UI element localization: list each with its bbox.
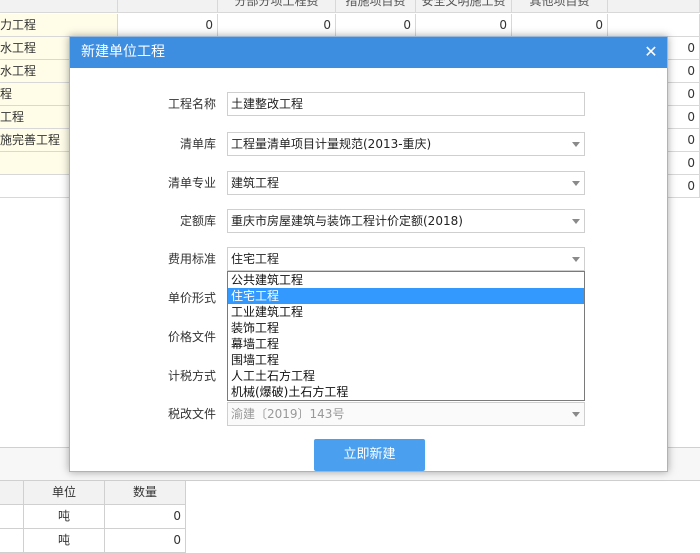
fee-standard-dropdown: 公共建筑工程 住宅工程 工业建筑工程 装饰工程 幕墙工程 围墙工程 人工土石方工… — [227, 271, 585, 401]
tax-file-select[interactable]: 渝建〔2019〕143号 — [227, 402, 585, 426]
chevron-down-icon — [572, 142, 580, 147]
chevron-down-icon — [572, 412, 580, 417]
fee-standard-value: 住宅工程 — [231, 252, 280, 266]
tax-file-label: 税改文件 — [167, 407, 216, 421]
dropdown-option-selected[interactable]: 住宅工程 — [228, 288, 584, 304]
row-name: 力工程 — [0, 14, 118, 37]
fee-standard-label: 费用标准 — [167, 252, 216, 266]
header-col: 措施项目费 — [336, 0, 416, 13]
unit-cell[interactable]: 吨 — [24, 505, 105, 529]
chevron-down-icon — [572, 257, 580, 262]
close-icon[interactable]: ✕ — [642, 43, 660, 61]
header-col: 分部分项工程费 — [218, 0, 336, 13]
qty-cell[interactable]: 0 — [105, 505, 186, 529]
dropdown-option[interactable]: 围墙工程 — [228, 352, 584, 368]
chevron-down-icon — [572, 219, 580, 224]
bill-library-value: 工程量清单项目计量规范(2013-重庆) — [231, 137, 432, 151]
bill-library-select[interactable]: 工程量清单项目计量规范(2013-重庆) — [227, 132, 585, 156]
dropdown-option[interactable]: 公共建筑工程 — [228, 272, 584, 288]
dropdown-option[interactable]: 幕墙工程 — [228, 336, 584, 352]
create-now-button[interactable]: 立即新建 — [314, 439, 425, 471]
table-row[interactable]: 力工程 0 0 0 0 0 — [0, 14, 700, 37]
project-name-input[interactable]: 土建整改工程 — [227, 92, 585, 116]
header-row: 分部分项工程费 措施项目费 安全文明施工费 其他项目费 — [0, 0, 700, 13]
quota-library-value: 重庆市房屋建筑与装饰工程计价定额(2018) — [231, 214, 463, 228]
bill-specialty-label: 清单专业 — [167, 176, 216, 190]
chevron-down-icon — [572, 181, 580, 186]
dialog-title: 新建单位工程 — [70, 37, 667, 68]
bill-library-label: 清单库 — [179, 137, 216, 151]
price-file-label: 价格文件 — [167, 330, 216, 344]
fee-standard-select[interactable]: 住宅工程 — [227, 247, 585, 271]
header-col: 安全文明施工费 — [416, 0, 512, 13]
tax-file-value: 渝建〔2019〕143号 — [231, 407, 345, 421]
bill-specialty-select[interactable]: 建筑工程 — [227, 171, 585, 195]
unit-price-form-label: 单价形式 — [167, 291, 216, 305]
tax-method-label: 计税方式 — [167, 369, 216, 383]
dropdown-option[interactable]: 装饰工程 — [228, 320, 584, 336]
dropdown-option[interactable]: 机械(爆破)土石方工程 — [228, 384, 584, 400]
dropdown-option[interactable]: 工业建筑工程 — [228, 304, 584, 320]
new-unit-project-dialog: 新建单位工程 ✕ 工程名称 土建整改工程 清单库 工程量清单项目计量规范(201… — [69, 36, 668, 472]
unit-cell[interactable]: 吨 — [24, 529, 105, 553]
column-header-qty: 数量 — [105, 481, 186, 505]
qty-cell[interactable]: 0 — [105, 529, 186, 553]
quota-library-select[interactable]: 重庆市房屋建筑与装饰工程计价定额(2018) — [227, 209, 585, 233]
dropdown-option[interactable]: 人工土石方工程 — [228, 368, 584, 384]
quota-library-label: 定额库 — [179, 214, 216, 228]
column-header-unit: 单位 — [24, 481, 105, 505]
header-col: 其他项目费 — [512, 0, 608, 13]
project-name-label: 工程名称 — [167, 97, 216, 111]
bill-specialty-value: 建筑工程 — [231, 176, 280, 190]
